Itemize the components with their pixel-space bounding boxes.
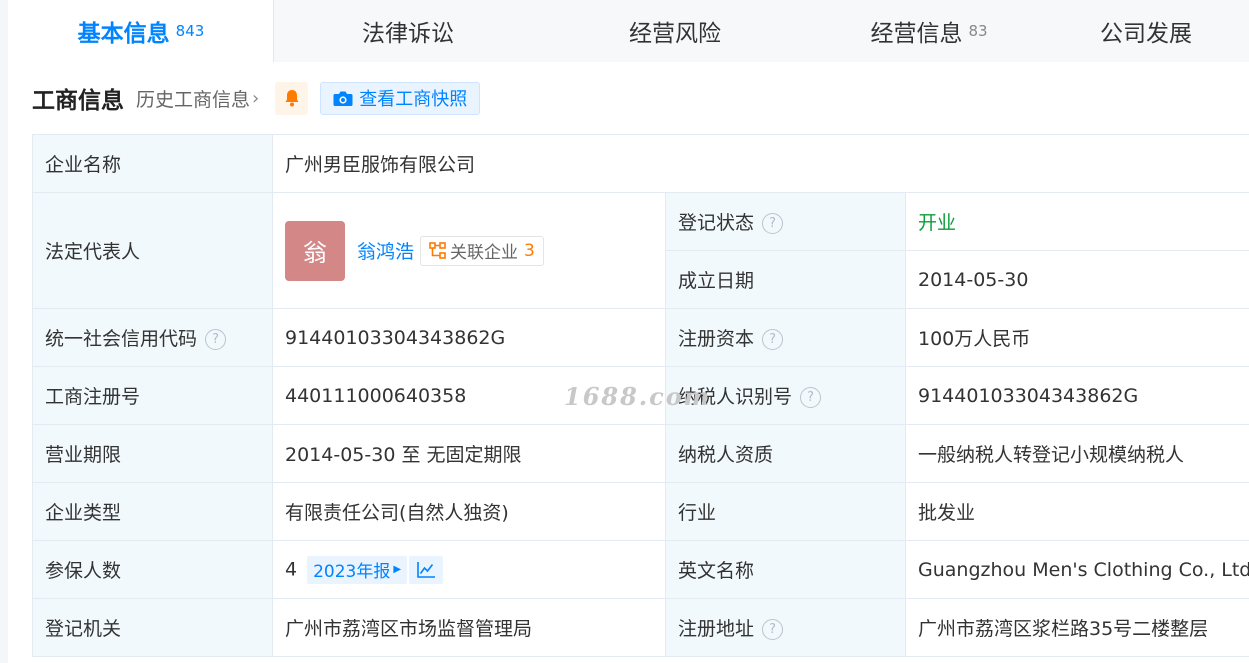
address-value: 广州市荔湾区浆栏路35号二楼整层 <box>905 598 1249 657</box>
tab-label: 经营风险 <box>629 21 721 47</box>
taxpayer-id-label-cell: 纳税人识别号? <box>665 366 906 425</box>
related-count: 3 <box>524 240 535 261</box>
credit-code-value: 91440103304343862G <box>272 308 666 367</box>
history-link-label: 历史工商信息 <box>136 88 251 111</box>
bell-icon <box>285 90 299 107</box>
tab-label: 公司发展 <box>1100 21 1192 47</box>
authority-label: 登记机关 <box>32 598 273 657</box>
help-icon[interactable]: ? <box>762 329 784 350</box>
bell-button[interactable] <box>275 81 309 115</box>
term-value: 2014-05-30 至 无固定期限 <box>272 424 666 483</box>
help-icon[interactable]: ? <box>762 619 784 640</box>
table-row: 法定代表人 翁 翁鸿浩 关联企业 3 登记状态 ? 开业 <box>32 192 1249 309</box>
business-info-table: 企业名称 广州男臣服饰有限公司 法定代表人 翁 翁鸿浩 关联企业 3 登记状态 … <box>32 134 1249 657</box>
tab-count: 843 <box>175 22 205 40</box>
tab-risk[interactable]: 经营风险 <box>542 0 808 62</box>
table-row: 登记机关 广州市荔湾区市场监督管理局 注册地址? 广州市荔湾区浆栏路35号二楼整… <box>32 598 1249 657</box>
help-icon[interactable]: ? <box>800 387 822 408</box>
trend-chart-button[interactable] <box>409 555 444 584</box>
address-label: 注册地址 <box>678 618 755 640</box>
tab-label: 经营信息 <box>870 21 963 47</box>
taxpayer-id-label: 纳税人识别号 <box>678 386 793 408</box>
status-value: 开业 <box>905 192 1249 251</box>
founded-label: 成立日期 <box>665 250 906 309</box>
help-icon[interactable]: ? <box>205 329 227 350</box>
insured-label: 参保人数 <box>32 540 273 599</box>
insured-cell: 4 2023年报 ▶ <box>272 540 666 599</box>
tab-count: 83 <box>968 22 988 40</box>
table-row: 企业名称 广州男臣服饰有限公司 <box>32 134 1249 193</box>
annual-report-label: 2023年报 <box>313 562 391 582</box>
english-name-label: 英文名称 <box>665 540 906 599</box>
capital-label-cell: 注册资本? <box>665 308 906 367</box>
snapshot-button[interactable]: 查看工商快照 <box>320 81 481 115</box>
section-header: 工商信息 历史工商信息 › 查看工商快照 <box>32 80 481 116</box>
tab-legal[interactable]: 法律诉讼 <box>274 0 542 62</box>
company-type-label: 企业类型 <box>32 482 273 541</box>
tab-development[interactable]: 公司发展 <box>1050 0 1249 62</box>
related-companies-badge[interactable]: 关联企业 3 <box>420 235 544 266</box>
tab-operation[interactable]: 经营信息 83 <box>808 0 1050 62</box>
history-info-link[interactable]: 历史工商信息 › <box>136 85 259 112</box>
taxpayer-type-label: 纳税人资质 <box>665 424 906 483</box>
reg-no-value: 440111000640358 <box>272 366 666 425</box>
founded-value: 2014-05-30 <box>905 250 1249 309</box>
annual-report-button[interactable]: 2023年报 ▶ <box>307 555 408 584</box>
business-info-panel: 工商信息 历史工商信息 › 查看工商快照 企业名称 广州男臣服饰有限公司 法定代… <box>8 62 1249 663</box>
help-icon[interactable]: ? <box>762 213 784 234</box>
capital-value: 100万人民币 <box>905 308 1249 367</box>
company-name-label: 企业名称 <box>32 134 273 193</box>
line-chart-icon <box>417 561 436 578</box>
section-title: 工商信息 <box>32 88 124 114</box>
related-label: 关联企业 <box>450 243 519 263</box>
snapshot-button-label: 查看工商快照 <box>359 89 468 110</box>
table-row: 工商注册号 440111000640358 纳税人识别号? 9144010330… <box>32 366 1249 425</box>
credit-code-label: 统一社会信用代码 <box>45 328 198 350</box>
taxpayer-type-value: 一般纳税人转登记小规模纳税人 <box>905 424 1249 483</box>
company-name: 广州男臣服饰有限公司 <box>272 134 1249 193</box>
tab-bar: 基本信息 843 法律诉讼 经营风险 经营信息 83 公司发展 <box>8 0 1249 62</box>
industry-label: 行业 <box>665 482 906 541</box>
insured-value: 4 <box>285 558 298 580</box>
company-type-value: 有限责任公司(自然人独资) <box>272 482 666 541</box>
credit-code-label-cell: 统一社会信用代码? <box>32 308 273 367</box>
table-row: 统一社会信用代码? 91440103304343862G 注册资本? 100万人… <box>32 308 1249 367</box>
tab-basic-info[interactable]: 基本信息 843 <box>8 0 274 62</box>
status-label: 登记状态 <box>678 212 755 234</box>
legal-rep-label: 法定代表人 <box>32 192 273 309</box>
authority-value: 广州市荔湾区市场监督管理局 <box>272 598 666 657</box>
legal-rep-cell: 翁 翁鸿浩 关联企业 3 <box>272 192 666 309</box>
industry-value: 批发业 <box>905 482 1249 541</box>
tab-label: 法律诉讼 <box>362 21 454 47</box>
legal-rep-name[interactable]: 翁鸿浩 <box>357 237 414 264</box>
address-label-cell: 注册地址? <box>665 598 906 657</box>
caret-right-icon: ▶ <box>393 564 402 575</box>
table-row: 企业类型 有限责任公司(自然人独资) 行业 批发业 <box>32 482 1249 541</box>
table-row: 参保人数 4 2023年报 ▶ 英文名称 Guangzhou Men's Cloth… <box>32 540 1249 599</box>
tab-label: 基本信息 <box>77 21 170 47</box>
status-label-cell: 登记状态? <box>665 192 906 251</box>
avatar[interactable]: 翁 <box>285 220 345 281</box>
english-name-value: Guangzhou Men's Clothing Co., Ltd. <box>905 540 1249 599</box>
capital-label: 注册资本 <box>678 328 755 350</box>
term-label: 营业期限 <box>32 424 273 483</box>
taxpayer-id-value: 91440103304343862G <box>905 366 1249 425</box>
camera-icon <box>333 91 353 106</box>
chevron-right-icon: › <box>252 87 260 109</box>
reg-no-label: 工商注册号 <box>32 366 273 425</box>
table-row: 营业期限 2014-05-30 至 无固定期限 纳税人资质 一般纳税人转登记小规… <box>32 424 1249 483</box>
network-icon <box>429 242 446 259</box>
